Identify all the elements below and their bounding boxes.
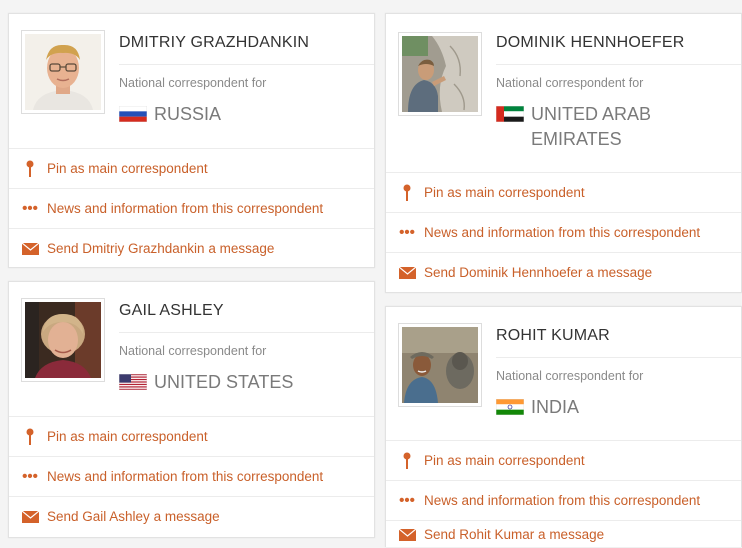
- correspondent-role: National correspondent for: [119, 344, 267, 358]
- envelope-icon: [19, 242, 41, 255]
- correspondent-name: DMITRIY GRAZHDANKIN: [119, 34, 374, 65]
- pin-main-correspondent-button[interactable]: Pin as main correspondent: [386, 440, 741, 480]
- message-label: Send Dmitriy Grazhdankin a message: [47, 241, 275, 256]
- send-message-button[interactable]: Send Dominik Hennhoefer a message: [386, 252, 741, 292]
- correspondent-photo: [398, 323, 482, 407]
- correspondent-country: INDIA: [496, 395, 696, 420]
- news-label: News and information from this correspon…: [47, 201, 324, 216]
- send-message-button[interactable]: Send Gail Ashley a message: [9, 496, 374, 536]
- correspondent-country: RUSSIA: [119, 102, 359, 127]
- correspondent-name: ROHIT KUMAR: [496, 327, 741, 358]
- news-label: News and information from this correspon…: [47, 469, 324, 484]
- news-label: News and information from this correspon…: [424, 225, 701, 240]
- country-name: INDIA: [531, 397, 580, 417]
- envelope-icon: [396, 528, 418, 541]
- correspondent-card-rohit: ROHIT KUMAR National correspondent for I…: [385, 306, 742, 547]
- correspondent-role: National correspondent for: [496, 76, 644, 90]
- pin-label: Pin as main correspondent: [424, 185, 585, 200]
- pin-label: Pin as main correspondent: [424, 453, 585, 468]
- correspondent-country: UNITED STATES: [119, 370, 359, 395]
- dots-icon: •••: [22, 468, 38, 485]
- pin-icon: [19, 160, 41, 178]
- correspondent-card-dmitriy: DMITRIY GRAZHDANKIN National corresponde…: [8, 13, 375, 268]
- correspondent-name: DOMINIK HENNHOEFER: [496, 34, 741, 65]
- envelope-icon: [396, 266, 418, 279]
- pin-icon: [396, 184, 418, 202]
- russia-flag-icon: [119, 106, 147, 122]
- correspondent-country: UNITED ARAB EMIRATES: [496, 102, 696, 152]
- send-message-button[interactable]: Send Rohit Kumar a message: [386, 520, 741, 548]
- correspondent-card-gail: GAIL ASHLEY National correspondent for U…: [8, 281, 375, 538]
- pin-icon: [19, 428, 41, 446]
- message-label: Send Gail Ashley a message: [47, 509, 220, 524]
- news-label: News and information from this correspon…: [424, 493, 701, 508]
- country-name: RUSSIA: [154, 104, 222, 124]
- correspondent-photo: [21, 30, 105, 114]
- india-flag-icon: [496, 399, 524, 415]
- correspondent-role: National correspondent for: [119, 76, 267, 90]
- news-from-correspondent-link[interactable]: ••• News and information from this corre…: [9, 188, 374, 228]
- news-from-correspondent-link[interactable]: ••• News and information from this corre…: [386, 480, 741, 520]
- pin-icon: [396, 452, 418, 470]
- send-message-button[interactable]: Send Dmitriy Grazhdankin a message: [9, 228, 374, 268]
- correspondent-role: National correspondent for: [496, 369, 644, 383]
- pin-label: Pin as main correspondent: [47, 161, 208, 176]
- correspondent-photo: [21, 298, 105, 382]
- envelope-icon: [19, 510, 41, 523]
- pin-label: Pin as main correspondent: [47, 429, 208, 444]
- usa-flag-icon: [119, 374, 147, 390]
- message-label: Send Rohit Kumar a message: [424, 527, 605, 542]
- correspondent-name: GAIL ASHLEY: [119, 302, 374, 333]
- country-name: UNITED ARAB EMIRATES: [531, 104, 652, 149]
- correspondent-photo: [398, 32, 482, 116]
- pin-main-correspondent-button[interactable]: Pin as main correspondent: [9, 416, 374, 456]
- uae-flag-icon: [496, 106, 524, 122]
- message-label: Send Dominik Hennhoefer a message: [424, 265, 653, 280]
- dots-icon: •••: [399, 224, 415, 241]
- country-name: UNITED STATES: [154, 372, 294, 392]
- correspondent-card-dominik: DOMINIK HENNHOEFER National corresponden…: [385, 13, 742, 293]
- news-from-correspondent-link[interactable]: ••• News and information from this corre…: [386, 212, 741, 252]
- news-from-correspondent-link[interactable]: ••• News and information from this corre…: [9, 456, 374, 496]
- pin-main-correspondent-button[interactable]: Pin as main correspondent: [9, 148, 374, 188]
- dots-icon: •••: [399, 492, 415, 509]
- pin-main-correspondent-button[interactable]: Pin as main correspondent: [386, 172, 741, 212]
- dots-icon: •••: [22, 200, 38, 217]
